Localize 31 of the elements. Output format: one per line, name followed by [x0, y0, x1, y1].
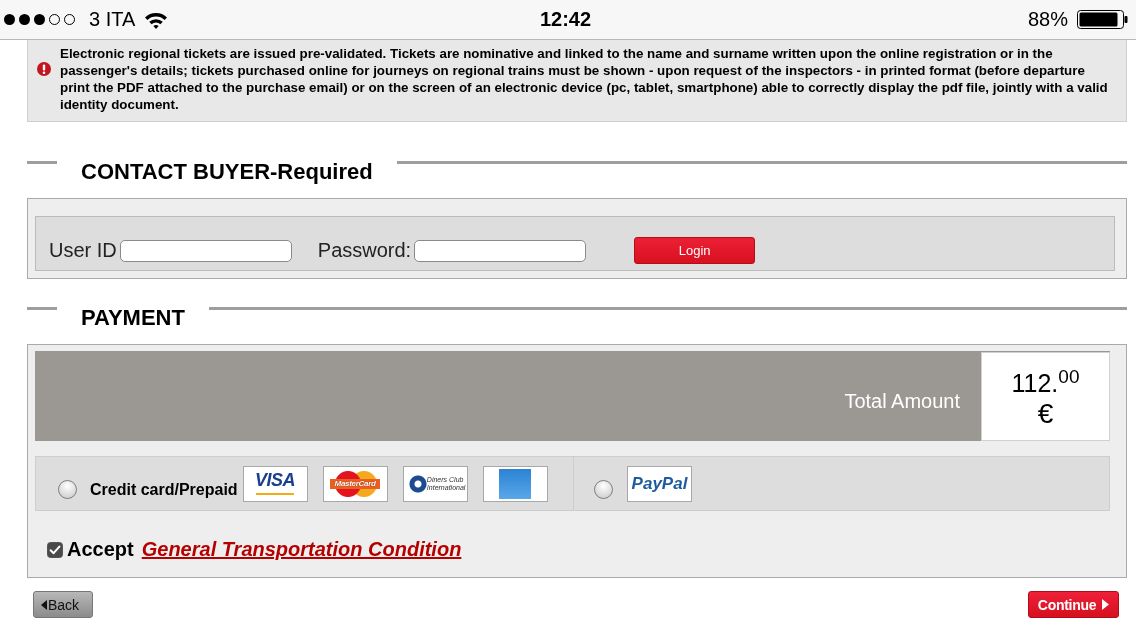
card-logo-icon: [482, 465, 548, 502]
continue-button[interactable]: Continue: [1028, 591, 1119, 618]
carrier-name: 3 ITA: [89, 8, 136, 31]
user-id-label: User ID: [49, 239, 117, 262]
right-triangle-icon: [1102, 599, 1110, 610]
section-title: CONTACT BUYER-Required: [81, 161, 373, 183]
visa-logo: VISA: [242, 465, 308, 502]
login-button[interactable]: Login: [634, 237, 756, 264]
back-button[interactable]: Back: [33, 591, 93, 618]
currency-symbol: €: [1037, 398, 1054, 430]
accept-label: Accept: [67, 538, 134, 561]
warning-icon: [37, 62, 51, 76]
section-title: PAYMENT: [81, 307, 185, 329]
notice-text: Electronic regional tickets are issued pre-validated. Tickets are nominative and linked to the name and surname written upon the online registration or in the passenger's details; tickets purchased online for journeys on regional trains must be shown - upon request of the inspectors - in printed format (before departure print the PDF attached to the purchase email) or on the screen of an electronic device (pc, tablet, smartphone) able to correctly display the pdf file, jointly with a valid identity document.: [60, 45, 1109, 113]
user-id-field[interactable]: [119, 239, 292, 262]
wifi-icon: [144, 10, 169, 29]
clock-time: 12:42: [539, 8, 592, 31]
battery-icon: [1077, 10, 1128, 29]
battery-percentage: 88%: [1027, 8, 1068, 31]
total-label: Total Amount: [844, 388, 960, 413]
password-label: Password:: [317, 239, 412, 262]
radio-button[interactable]: [594, 480, 613, 499]
password-field[interactable]: [414, 239, 587, 262]
paypal-logo: PayPal: [627, 465, 692, 502]
radio-button[interactable]: [58, 480, 77, 499]
checkbox[interactable]: [47, 541, 63, 558]
left-triangle-icon: [41, 599, 47, 610]
mastercard-logo: MasterCard: [322, 465, 388, 502]
total-amount: 112.$^{00}$: [1011, 369, 1080, 397]
conditions-link[interactable]: General Transportation Condition: [141, 538, 462, 561]
method-label: Credit card/Prepaid: [90, 480, 238, 499]
